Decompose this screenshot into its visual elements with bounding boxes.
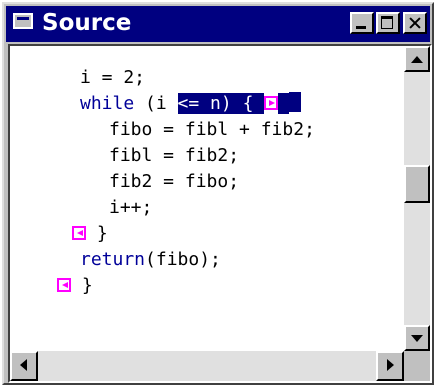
- code-line: }: [72, 221, 108, 247]
- code-editor[interactable]: i = 2; while (i <= n) { fibo = fibl + fi…: [10, 46, 404, 351]
- up-arrow-icon: [411, 56, 423, 63]
- scroll-down-button[interactable]: [404, 325, 430, 351]
- code-line: i = 2;: [80, 65, 145, 91]
- left-pointer-icon: [72, 226, 86, 240]
- right-arrow-icon: [387, 359, 394, 371]
- code-line: return(fibo);: [80, 247, 221, 273]
- code-text: fibo = fibl + fib2;: [109, 119, 315, 140]
- down-arrow-icon: [411, 335, 423, 342]
- code-line-current: while (i <= n) {: [80, 91, 302, 117]
- code-text: }: [81, 275, 93, 296]
- selected-space: [253, 93, 265, 114]
- scroll-up-button[interactable]: [404, 46, 430, 72]
- code-text: (fibo);: [145, 249, 221, 270]
- code-text: (i: [134, 93, 178, 114]
- code-line: i++;: [109, 195, 152, 221]
- window-title: Source: [42, 10, 132, 36]
- code-text: }: [96, 223, 108, 244]
- code-line: }: [57, 273, 93, 299]
- maximize-button[interactable]: [376, 12, 400, 34]
- code-text: i++;: [109, 197, 153, 218]
- scroll-right-button[interactable]: [376, 351, 404, 381]
- code-line: fibl = fib2;: [109, 143, 239, 169]
- code-line: fibo = fibl + fib2;: [109, 117, 315, 143]
- selected-text[interactable]: <= n) {: [177, 93, 254, 114]
- selected-space: [278, 93, 290, 114]
- code-view: i = 2; while (i <= n) { fibo = fibl + fi…: [8, 44, 432, 383]
- keyword-while: while: [80, 93, 135, 114]
- code-line: fib2 = fibo;: [109, 169, 239, 195]
- right-pointer-icon: [264, 96, 279, 110]
- left-pointer-icon: [57, 278, 71, 292]
- minimize-button[interactable]: [350, 12, 374, 34]
- code-text: i = 2;: [80, 67, 146, 88]
- text-cursor: [289, 92, 302, 112]
- code-text: fibl = fib2;: [109, 145, 240, 166]
- vertical-scrollbar[interactable]: [404, 46, 430, 351]
- left-arrow-icon: [20, 359, 27, 371]
- keyword-return: return: [80, 249, 146, 270]
- code-text: fib2 = fibo;: [109, 171, 240, 192]
- source-window: Source i = 2; while (i <= n) { fibo = fi…: [2, 2, 434, 385]
- scrollbar-corner: [404, 351, 430, 381]
- scroll-left-button[interactable]: [10, 351, 38, 381]
- vertical-scroll-thumb[interactable]: [404, 165, 430, 203]
- close-button[interactable]: [403, 12, 427, 34]
- horizontal-scrollbar[interactable]: [10, 351, 404, 381]
- window-icon[interactable]: [13, 13, 33, 29]
- title-bar[interactable]: Source: [6, 6, 430, 42]
